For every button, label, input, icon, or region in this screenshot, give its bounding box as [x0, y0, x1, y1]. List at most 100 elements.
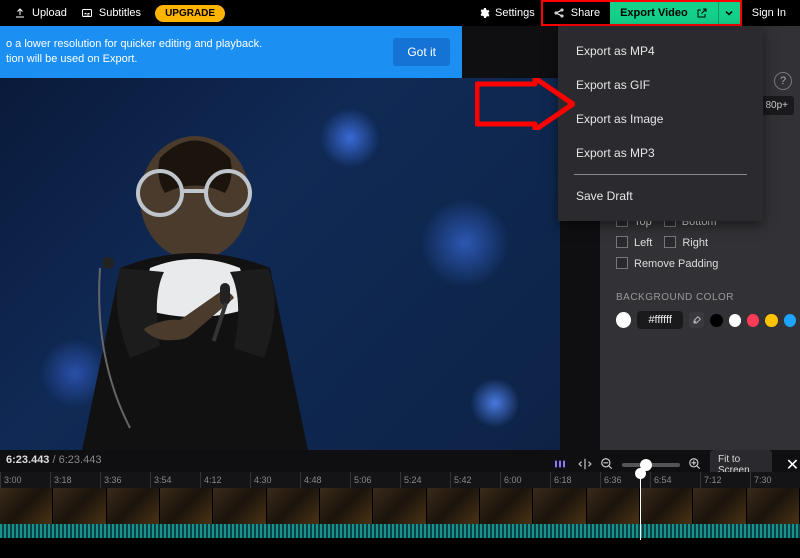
audio-waveform	[0, 524, 800, 538]
ruler-tick: 3:54	[150, 472, 200, 488]
bokeh-light	[470, 378, 520, 428]
export-mp4-option[interactable]: Export as MP4	[558, 34, 763, 68]
clip-thumbnail	[480, 488, 533, 524]
export-video-label: Export Video	[620, 7, 688, 19]
export-image-option[interactable]: Export as Image	[558, 102, 763, 136]
clip-thumbnail	[53, 488, 106, 524]
banner-gotit-button[interactable]: Got it	[393, 38, 450, 66]
zoom-slider[interactable]	[622, 463, 680, 467]
clip-thumbnail	[427, 488, 480, 524]
share-label: Share	[571, 7, 600, 19]
padding-left-label: Left	[634, 237, 652, 249]
chevron-down-icon	[723, 7, 735, 19]
ruler-tick: 7:30	[750, 472, 800, 488]
clip-thumbnail	[160, 488, 213, 524]
swatch-blue[interactable]	[784, 314, 796, 327]
time-display: 6:23.443 / 6:23.443	[6, 454, 101, 466]
padding-remove-option[interactable]: Remove Padding	[616, 257, 718, 270]
upload-icon	[14, 7, 26, 19]
clip-thumbnail	[107, 488, 160, 524]
topbar-right: Settings Share Export Video Sign In	[478, 0, 800, 26]
upload-label: Upload	[32, 7, 67, 19]
banner-line1: o a lower resolution for quicker editing…	[6, 37, 262, 52]
export-gif-option[interactable]: Export as GIF	[558, 68, 763, 102]
swatch-black[interactable]	[710, 314, 722, 327]
subtitles-label: Subtitles	[99, 7, 141, 19]
ruler-tick: 6:18	[550, 472, 600, 488]
background-color-section: BACKGROUND COLOR #ffffff	[616, 292, 796, 329]
checkbox-icon[interactable]	[616, 257, 628, 269]
share-export-highlight: Share Export Video	[541, 0, 742, 26]
split-button[interactable]	[578, 457, 592, 474]
total-duration: 6:23.443	[59, 454, 102, 466]
clip-thumbnail	[747, 488, 800, 524]
ruler-tick: 5:24	[400, 472, 450, 488]
hex-input[interactable]: #ffffff	[637, 311, 683, 329]
ruler-tick: 5:06	[350, 472, 400, 488]
upgrade-button[interactable]: UPGRADE	[155, 5, 225, 22]
bokeh-light	[420, 198, 510, 288]
resolution-banner: o a lower resolution for quicker editing…	[0, 26, 462, 78]
export-menu: Export as MP4 Export as GIF Export as Im…	[558, 26, 763, 221]
subtitles-button[interactable]: Subtitles	[81, 7, 141, 19]
padding-left-option[interactable]: Left	[616, 236, 652, 249]
swatch-red[interactable]	[747, 314, 759, 327]
padding-right-option[interactable]: Right	[664, 236, 708, 249]
resolution-badge[interactable]: 80p+	[759, 96, 794, 115]
checkbox-icon[interactable]	[664, 236, 676, 248]
annotation-arrow	[475, 78, 575, 130]
time-ruler[interactable]: 3:00 3:18 3:36 3:54 4:12 4:30 4:48 5:06 …	[0, 472, 800, 488]
ruler-tick: 3:00	[0, 472, 50, 488]
export-dropdown-toggle[interactable]	[718, 2, 740, 24]
clip-thumbnail	[267, 488, 320, 524]
zoom-out-button[interactable]	[600, 457, 614, 474]
subtitles-icon	[81, 7, 93, 19]
banner-line2: tion will be used on Export.	[6, 52, 262, 67]
menu-divider	[574, 174, 747, 175]
track-thumbnails	[0, 488, 800, 524]
current-time: 6:23.443	[6, 454, 49, 466]
clip-thumbnail	[373, 488, 426, 524]
signin-button[interactable]: Sign In	[752, 7, 786, 19]
clip-thumbnail	[320, 488, 373, 524]
video-subject	[10, 88, 390, 450]
clip-thumbnail	[533, 488, 586, 524]
save-draft-option[interactable]: Save Draft	[558, 179, 763, 213]
padding-right-label: Right	[682, 237, 708, 249]
snap-toggle[interactable]	[554, 458, 570, 473]
ruler-tick: 3:36	[100, 472, 150, 488]
clip-thumbnail	[640, 488, 693, 524]
settings-label: Settings	[495, 7, 535, 19]
clip-thumbnail	[587, 488, 640, 524]
share-icon	[553, 7, 565, 19]
help-button[interactable]: ?	[774, 72, 792, 90]
background-color-label: BACKGROUND COLOR	[616, 292, 796, 303]
ruler-tick: 3:18	[50, 472, 100, 488]
swatch-yellow[interactable]	[765, 314, 777, 327]
share-button[interactable]: Share	[543, 2, 610, 24]
clip-thumbnail	[693, 488, 746, 524]
playhead[interactable]	[640, 468, 641, 540]
ruler-tick: 7:12	[700, 472, 750, 488]
video-preview[interactable]	[0, 78, 560, 450]
eyedropper-button[interactable]	[689, 312, 704, 328]
current-color-swatch[interactable]	[616, 312, 631, 328]
ruler-tick: 6:00	[500, 472, 550, 488]
ruler-tick: 4:12	[200, 472, 250, 488]
clip-thumbnail	[213, 488, 266, 524]
export-video-button[interactable]: Export Video	[610, 2, 718, 24]
clip-thumbnail	[0, 488, 53, 524]
zoom-in-button[interactable]	[688, 457, 702, 474]
bottom-bar	[0, 538, 800, 558]
video-track[interactable]	[0, 488, 800, 538]
swatch-white[interactable]	[729, 314, 741, 327]
ruler-tick: 5:42	[450, 472, 500, 488]
ruler-tick: 4:30	[250, 472, 300, 488]
export-mp3-option[interactable]: Export as MP3	[558, 136, 763, 170]
checkbox-icon[interactable]	[616, 236, 628, 248]
topbar-left: Upload Subtitles UPGRADE	[0, 5, 225, 22]
ruler-tick: 4:48	[300, 472, 350, 488]
banner-text: o a lower resolution for quicker editing…	[6, 37, 262, 67]
upload-button[interactable]: Upload	[14, 7, 67, 19]
settings-button[interactable]: Settings	[478, 7, 535, 19]
